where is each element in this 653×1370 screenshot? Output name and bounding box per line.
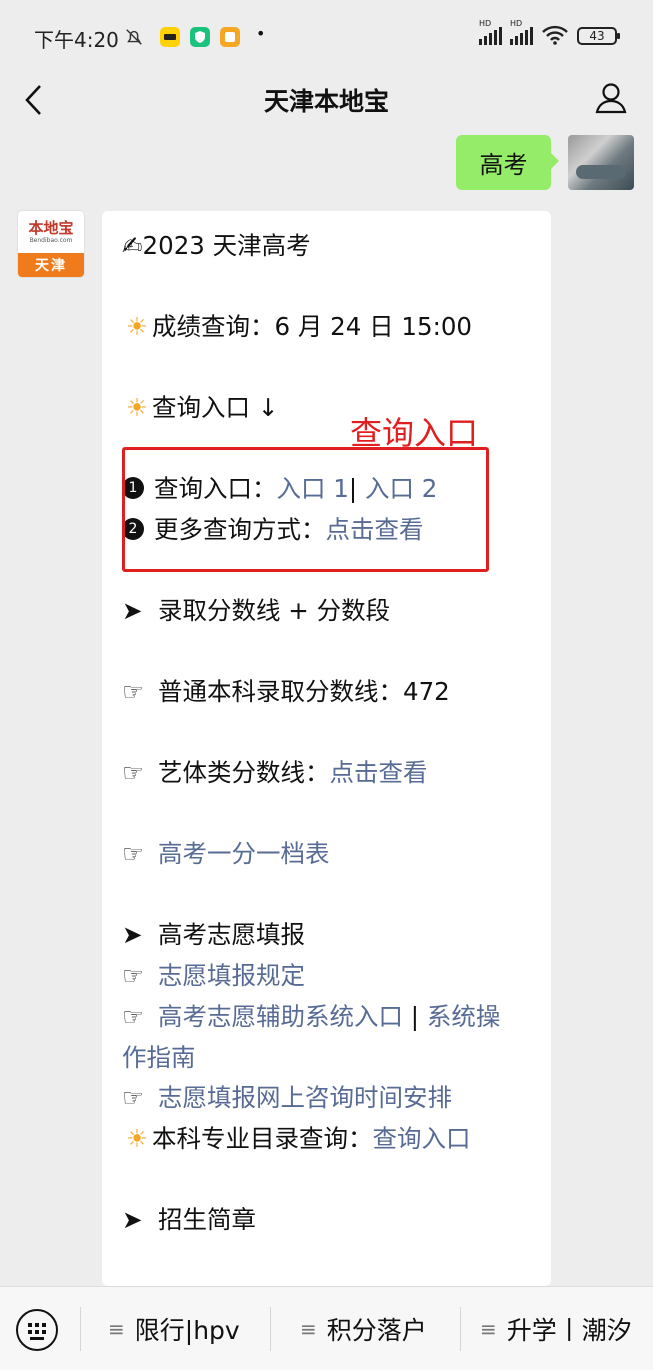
bottom-menu-bar: ≡ 限行|hpv ≡ 积分落户 ≡ 升学丨潮汐 bbox=[0, 1286, 653, 1370]
sun-icon: ☀ bbox=[126, 393, 148, 422]
menu-divider bbox=[460, 1307, 461, 1351]
arrow-icon: ➤ bbox=[122, 920, 143, 949]
pointing-hand-icon: ☞ bbox=[122, 677, 144, 706]
battery-indicator: 43 bbox=[577, 27, 620, 45]
keyboard-toggle-button[interactable] bbox=[16, 1309, 58, 1351]
nav-bar: 天津本地宝 bbox=[0, 70, 653, 132]
system-guide-link-part1[interactable]: 系统操 bbox=[427, 1002, 501, 1031]
arrow-icon: ➤ bbox=[122, 1205, 143, 1234]
menu-divider bbox=[270, 1307, 271, 1351]
shield-app-icon bbox=[190, 27, 210, 47]
entry-heading-line: ☀ 查询入口 ↓ bbox=[122, 391, 278, 425]
profile-button[interactable] bbox=[591, 78, 631, 118]
system-guide-link-part2[interactable]: 作指南 bbox=[122, 1043, 196, 1072]
annotation-box bbox=[122, 447, 489, 572]
bot-message-bubble: ✍2023 天津高考 ☀ 成绩查询：6 月 24 日 15:00 ☀ 查询入口 ↓ … bbox=[102, 211, 551, 1286]
undergrad-score-text: 普通本科录取分数线：472 bbox=[158, 677, 450, 706]
score-table-line: ☞ 高考一分一档表 bbox=[122, 837, 330, 871]
signal-icon: HD bbox=[479, 19, 502, 45]
volunteer-rules-link[interactable]: 志愿填报规定 bbox=[158, 961, 305, 990]
message-title: 2023 天津高考 bbox=[142, 231, 311, 260]
menu-item-education[interactable]: ≡ 升学丨潮汐 bbox=[480, 1311, 632, 1347]
person-icon bbox=[595, 83, 627, 114]
volunteer-consult-line: ☞ 志愿填报网上咨询时间安排 bbox=[122, 1081, 452, 1115]
menu-item-label: 升学丨潮汐 bbox=[506, 1316, 632, 1345]
pointing-hand-icon: ☞ bbox=[122, 961, 144, 990]
admission-guide-line: ➤ 招生简章 bbox=[122, 1203, 256, 1237]
menu-item-traffic[interactable]: ≡ 限行|hpv bbox=[108, 1311, 240, 1347]
sun-icon: ☀ bbox=[126, 312, 148, 341]
volunteer-system-line: ☞ 高考志愿辅助系统入口 | 系统操 bbox=[122, 1000, 500, 1034]
entry-heading-text: 查询入口 ↓ bbox=[152, 393, 279, 422]
arrow-icon: ➤ bbox=[122, 596, 143, 625]
meituan-icon bbox=[160, 27, 180, 47]
menu-lines-icon: ≡ bbox=[108, 1317, 125, 1341]
menu-item-label: 积分落户 bbox=[326, 1316, 427, 1345]
bot-avatar-logo: 本地宝 bbox=[28, 219, 74, 237]
status-bar: 下午4:20 • HD HD 43 bbox=[0, 0, 653, 70]
user-message-text: 高考 bbox=[479, 151, 528, 179]
signal-icon-2: HD bbox=[510, 19, 533, 45]
admission-guide-text: 招生简章 bbox=[158, 1205, 256, 1234]
menu-item-hukou[interactable]: ≡ 积分落户 bbox=[300, 1311, 427, 1347]
status-right-group: HD HD 43 bbox=[479, 19, 620, 48]
volunteer-consult-link[interactable]: 志愿填报网上咨询时间安排 bbox=[158, 1083, 452, 1112]
bell-off-icon bbox=[124, 27, 144, 47]
major-catalog-line: ☀ 本科专业目录查询：查询入口 bbox=[122, 1122, 471, 1156]
pointing-hand-icon: ☞ bbox=[122, 839, 144, 868]
undergrad-score-line: ☞ 普通本科录取分数线：472 bbox=[122, 675, 450, 709]
note-app-icon bbox=[220, 27, 240, 47]
score-table-link[interactable]: 高考一分一档表 bbox=[158, 839, 330, 868]
pointing-hand-icon: ☞ bbox=[122, 758, 144, 787]
menu-item-label: 限行|hpv bbox=[134, 1316, 240, 1345]
keyboard-icon bbox=[28, 1323, 46, 1340]
user-avatar[interactable] bbox=[568, 135, 634, 190]
bot-avatar-city: 天津 bbox=[18, 253, 84, 277]
page-title: 天津本地宝 bbox=[263, 87, 389, 116]
major-catalog-link[interactable]: 查询入口 bbox=[373, 1124, 471, 1153]
pointing-hand-icon: ☞ bbox=[122, 1002, 144, 1031]
pointing-hand-icon: ☞ bbox=[122, 1083, 144, 1112]
status-dot: • bbox=[256, 24, 266, 43]
art-score-line: ☞ 艺体类分数线：点击查看 bbox=[122, 756, 428, 790]
volunteer-system-line-wrap: 作指南 bbox=[122, 1041, 196, 1075]
wifi-icon bbox=[541, 25, 569, 48]
art-score-label: 艺体类分数线： bbox=[158, 758, 330, 787]
volunteer-system-link[interactable]: 高考志愿辅助系统入口 bbox=[158, 1002, 403, 1031]
score-line-heading: ➤ 录取分数线 + 分数段 bbox=[122, 594, 390, 628]
menu-lines-icon: ≡ bbox=[480, 1317, 497, 1341]
user-message-bubble[interactable]: 高考 bbox=[456, 135, 559, 190]
bot-avatar-domain: Bendibao.com bbox=[29, 237, 73, 244]
message-title-line: ✍2023 天津高考 bbox=[122, 229, 311, 263]
volunteer-rules-line: ☞ 志愿填报规定 bbox=[122, 959, 305, 993]
menu-divider bbox=[80, 1307, 81, 1351]
status-time: 下午4:20 bbox=[34, 28, 119, 52]
menu-lines-icon: ≡ bbox=[300, 1317, 317, 1341]
bot-avatar[interactable]: 本地宝 Bendibao.com 天津 bbox=[18, 211, 84, 277]
volunteer-heading: ➤ 高考志愿填报 bbox=[122, 918, 305, 952]
volunteer-heading-text: 高考志愿填报 bbox=[158, 920, 305, 949]
volunteer-separator: | bbox=[410, 1002, 420, 1031]
score-query-line: ☀ 成绩查询：6 月 24 日 15:00 bbox=[122, 310, 472, 344]
writing-hand-icon: ✍ bbox=[122, 231, 143, 260]
score-query-text: 成绩查询：6 月 24 日 15:00 bbox=[152, 312, 473, 341]
art-score-link[interactable]: 点击查看 bbox=[330, 758, 428, 787]
sun-icon: ☀ bbox=[126, 1124, 148, 1153]
score-line-heading-text: 录取分数线 + 分数段 bbox=[158, 596, 391, 625]
major-catalog-label: 本科专业目录查询： bbox=[152, 1124, 373, 1153]
